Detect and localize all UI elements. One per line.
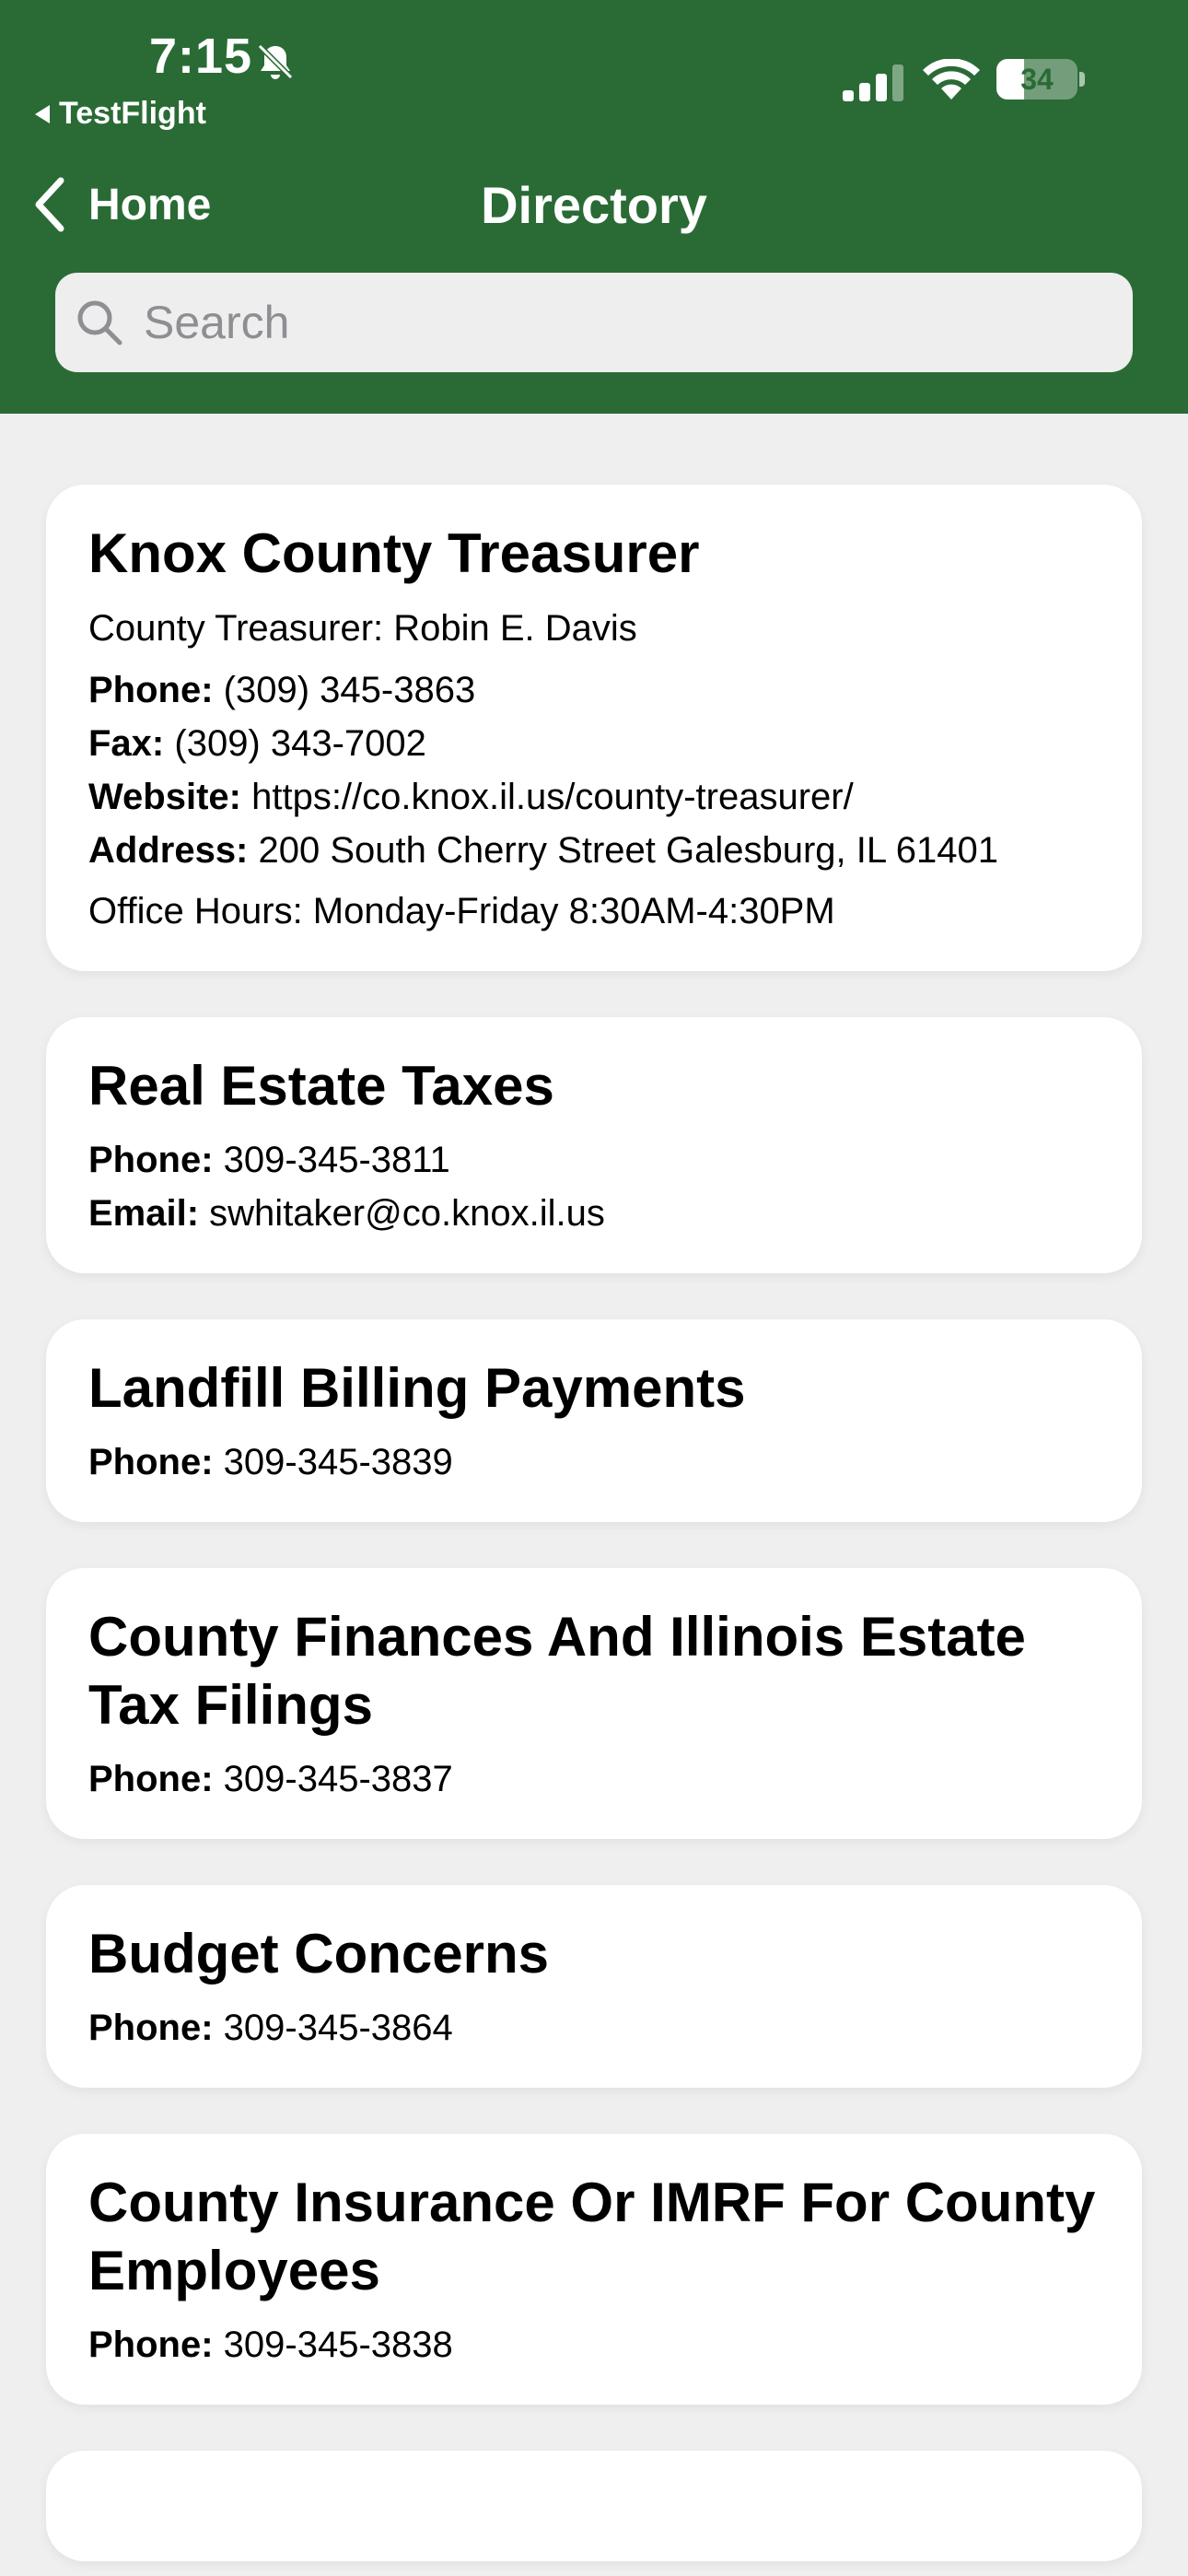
phone-label: Phone:: [88, 2008, 214, 2048]
phone-value: 309-345-3811: [223, 1140, 450, 1180]
card-title: County Finances And Illinois Estate Tax …: [88, 1606, 1026, 1736]
email-label: Email:: [88, 1193, 200, 1234]
directory-card-landfill-billing[interactable]: Landfill Billing Payments Phone: 309-345…: [46, 1319, 1142, 1522]
directory-list: Knox County Treasurer County Treasurer: …: [46, 485, 1142, 2561]
website-row[interactable]: Website: https://co.knox.il.us/county-tr…: [88, 770, 1100, 824]
directory-card-partial[interactable]: [46, 2451, 1142, 2561]
phone-row[interactable]: Phone: 309-345-3839: [88, 1435, 1100, 1489]
phone-label: Phone:: [88, 2324, 214, 2365]
phone-value: 309-345-3837: [223, 1759, 453, 1799]
website-value: https://co.knox.il.us/county-treasurer/: [251, 777, 854, 817]
office-hours: Office Hours: Monday-Friday 8:30AM-4:30P…: [88, 891, 835, 931]
directory-card-treasurer[interactable]: Knox County Treasurer County Treasurer: …: [46, 485, 1142, 971]
wifi-icon: [923, 59, 980, 100]
email-value: swhitaker@co.knox.il.us: [209, 1193, 605, 1234]
phone-value: 309-345-3864: [223, 2008, 453, 2048]
bell-slash-icon: [257, 43, 294, 80]
phone-value: 309-345-3839: [223, 1442, 453, 1482]
phone-label: Phone:: [88, 670, 214, 710]
phone-row[interactable]: Phone: 309-345-3838: [88, 2318, 1100, 2371]
directory-card-real-estate-taxes[interactable]: Real Estate Taxes Phone: 309-345-3811 Em…: [46, 1017, 1142, 1273]
phone-label: Phone:: [88, 1442, 214, 1482]
battery-nub: [1079, 72, 1085, 87]
search-bar[interactable]: [55, 273, 1133, 372]
directory-card-budget-concerns[interactable]: Budget Concerns Phone: 309-345-3864: [46, 1885, 1142, 2088]
search-input[interactable]: [144, 296, 1065, 349]
phone-row[interactable]: Phone: 309-345-3811: [88, 1133, 1100, 1187]
phone-row[interactable]: Phone: 309-345-3837: [88, 1752, 1100, 1806]
battery-percent: 34: [1020, 63, 1054, 96]
address-label: Address:: [88, 830, 249, 871]
fax-label: Fax:: [88, 723, 165, 764]
back-triangle-icon: [35, 104, 50, 123]
phone-value: (309) 345-3863: [223, 670, 476, 710]
phone-value: 309-345-3838: [223, 2324, 453, 2365]
search-icon: [77, 300, 122, 345]
battery-indicator: 34: [996, 59, 1085, 100]
app-header: 7:15 TestFlight 34 Home Directory: [0, 0, 1188, 414]
card-title: Knox County Treasurer: [88, 522, 700, 584]
card-title: Landfill Billing Payments: [88, 1357, 746, 1419]
card-title: Budget Concerns: [88, 1923, 550, 1985]
website-label: Website:: [88, 777, 241, 817]
page-title: Directory: [481, 176, 707, 234]
testflight-label: TestFlight: [59, 96, 206, 131]
card-title: County Insurance Or IMRF For County Empl…: [88, 2172, 1096, 2301]
phone-label: Phone:: [88, 1759, 214, 1799]
directory-card-county-insurance[interactable]: County Insurance Or IMRF For County Empl…: [46, 2134, 1142, 2405]
directory-card-county-finances[interactable]: County Finances And Illinois Estate Tax …: [46, 1568, 1142, 1839]
fax-value: (309) 343-7002: [174, 723, 426, 764]
address-row[interactable]: Address: 200 South Cherry Street Galesbu…: [88, 824, 1100, 877]
card-subtitle: County Treasurer: Robin E. Davis: [88, 608, 637, 649]
phone-row[interactable]: Phone: 309-345-3864: [88, 2001, 1100, 2055]
phone-row[interactable]: Phone: (309) 345-3863: [88, 663, 1100, 717]
card-title: Real Estate Taxes: [88, 1055, 554, 1117]
email-row[interactable]: Email: swhitaker@co.knox.il.us: [88, 1187, 1100, 1240]
fax-row: Fax: (309) 343-7002: [88, 717, 1100, 770]
battery-body: 34: [996, 59, 1077, 100]
cellular-signal-icon: [843, 64, 903, 101]
status-time: 7:15: [149, 29, 253, 84]
testflight-back-link[interactable]: TestFlight: [35, 96, 206, 132]
address-value: 200 South Cherry Street Galesburg, IL 61…: [258, 830, 998, 871]
phone-label: Phone:: [88, 1140, 214, 1180]
